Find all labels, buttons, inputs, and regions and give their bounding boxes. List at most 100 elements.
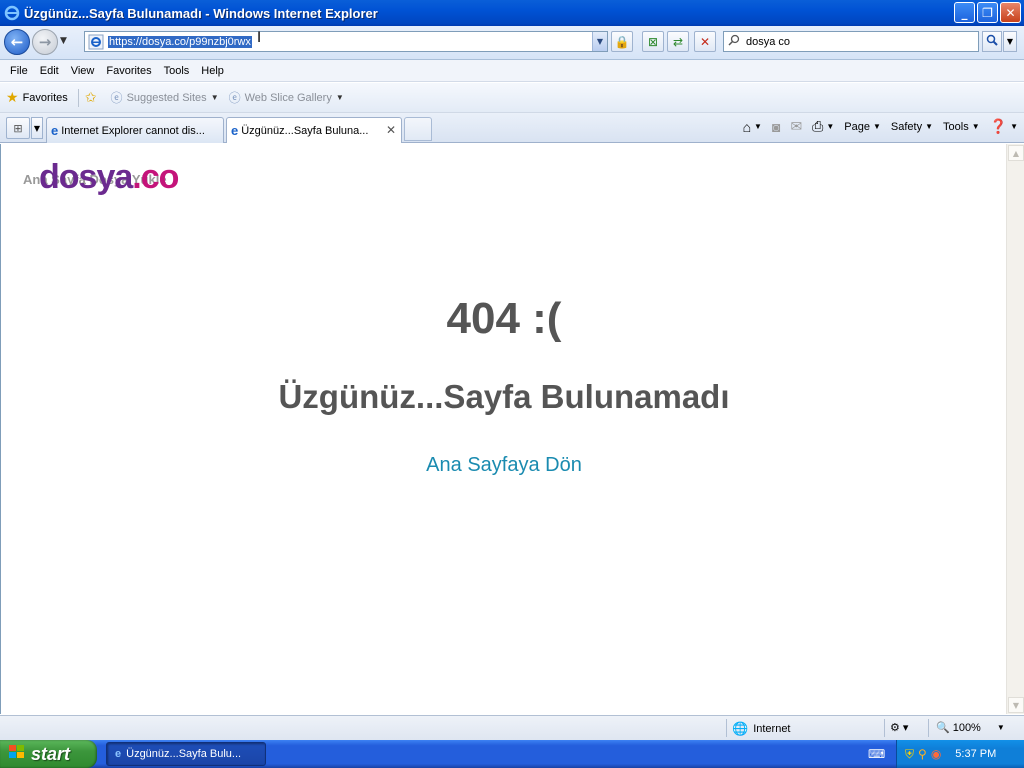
title-bar: Üzgünüz...Sayfa Bulunamadı - Windows Int… (0, 0, 1024, 26)
divider (77, 88, 79, 107)
ie-logo-icon (4, 5, 20, 21)
page-menu-button[interactable]: Page ▼ (844, 121, 881, 133)
tab-list-dropdown[interactable]: ▼ (31, 117, 43, 139)
safety-menu-label: Safety (890, 120, 923, 133)
menu-file[interactable]: File (4, 65, 34, 77)
forward-button[interactable]: → (32, 29, 58, 55)
menu-view[interactable]: View (65, 65, 101, 77)
suggested-sites-label: Suggested Sites (126, 91, 207, 104)
close-tab-icon[interactable]: ✕ (386, 123, 396, 137)
taskbar-ie-window[interactable]: e Üzgünüz...Sayfa Bulu... (106, 742, 266, 766)
lock-icon: 🔒 (614, 34, 630, 49)
divider (726, 719, 727, 737)
home-button[interactable]: ⌂ ▼ (743, 119, 762, 135)
menu-bar: File Edit View Favorites Tools Help (0, 60, 1024, 82)
maximize-button[interactable]: ❐ (977, 2, 998, 23)
chevron-down-icon: ▼ (1010, 122, 1018, 131)
ie-logo-icon: e (115, 748, 122, 760)
menu-edit[interactable]: Edit (34, 65, 65, 77)
printer-icon: ⎙ (812, 118, 824, 134)
security-lock-button[interactable]: 🔒 (611, 31, 633, 52)
add-favorite-icon: ✩ (84, 89, 97, 105)
feeds-button[interactable]: ◙ (772, 119, 780, 135)
tab-label: Üzgünüz...Sayfa Buluna... (241, 124, 369, 137)
divider (884, 719, 885, 737)
search-input[interactable] (746, 35, 966, 48)
system-tray: ⛨ ⚲ ◉ 5:37 PM (896, 740, 1024, 768)
menu-tools[interactable]: Tools (158, 65, 196, 77)
home-icon: ⌂ (742, 118, 752, 135)
zoom-control[interactable]: 🔍 100% ▼ (936, 721, 1005, 735)
page-icon (88, 34, 104, 50)
maximize-icon: ❐ (982, 5, 993, 20)
help-button[interactable]: ❓ ▼ (990, 118, 1018, 135)
stop-button[interactable]: ✕ (694, 31, 716, 52)
search-box[interactable] (723, 31, 979, 52)
error-code-heading: 404 :( (446, 294, 562, 343)
start-label: start (31, 743, 71, 764)
text-cursor-icon: I (257, 30, 262, 46)
help-icon: ❓ (989, 118, 1008, 134)
address-bar[interactable]: https://dosya.co/p99nzbj0rwx ▼ (84, 31, 608, 52)
scroll-down-icon[interactable]: ▼ (1008, 697, 1024, 713)
compatibility-view-button[interactable]: ⊠ (642, 31, 664, 52)
quick-tabs-button[interactable]: ⊞ (6, 117, 30, 139)
search-go-button[interactable] (982, 31, 1002, 52)
protected-mode-icon[interactable]: ⚙ ▾ (890, 721, 908, 734)
search-tray-icon[interactable]: ⚲ (918, 747, 927, 761)
safety-menu-button[interactable]: Safety ▼ (891, 121, 933, 133)
add-to-favorites-bar-button[interactable]: ✩ (85, 89, 101, 106)
favorites-bar: ★ Favorites ✩ ⓔ Suggested Sites ▼ ⓔ Web … (0, 83, 1024, 113)
web-slice-gallery-button[interactable]: ⓔ Web Slice Gallery ▼ (229, 89, 344, 106)
search-go-icon (986, 34, 998, 49)
minimize-button[interactable]: _ (954, 2, 975, 23)
menu-favorites[interactable]: Favorites (100, 65, 157, 77)
refresh-button[interactable]: ⇄ (667, 31, 689, 52)
address-dropdown-button[interactable]: ▼ (592, 32, 607, 51)
tab-label: Internet Explorer cannot dis... (61, 124, 205, 137)
menu-help[interactable]: Help (195, 65, 230, 77)
grid-icon: ⊞ (13, 121, 23, 135)
vertical-scrollbar[interactable]: ▲ ▼ (1006, 144, 1024, 714)
zone-label: Internet (753, 723, 791, 735)
close-button[interactable]: ✕ (1000, 2, 1021, 23)
taskbar-item-label: Üzgünüz...Sayfa Bulu... (126, 748, 242, 760)
logo-text-dosya: dosya (39, 158, 133, 196)
navigation-bar: ← → ▼ https://dosya.co/p99nzbj0rwx ▼ 🔒 ⊠… (0, 26, 1024, 60)
favorites-button[interactable]: ★ Favorites (6, 89, 68, 106)
forward-arrow-icon: → (38, 33, 52, 51)
ie-page-icon: ⓔ (110, 91, 123, 105)
ie-tab-icon: e (51, 123, 59, 138)
suggested-sites-button[interactable]: ⓔ Suggested Sites ▼ (111, 89, 219, 106)
tab-ie-cannot-display[interactable]: e Internet Explorer cannot dis... (46, 117, 224, 143)
back-to-home-link[interactable]: Ana Sayfaya Dön (1, 454, 1006, 477)
tab-current-page[interactable]: e Üzgünüz...Sayfa Buluna... ✕ (226, 117, 402, 143)
search-icon (728, 34, 742, 49)
error-message-heading: Üzgünüz...Sayfa Bulunamadı (278, 378, 730, 415)
new-tab-button[interactable] (404, 117, 432, 141)
site-logo[interactable]: dosya.co (39, 158, 179, 197)
tab-bar: ⊞ ▼ e Internet Explorer cannot dis... e … (0, 113, 1024, 143)
chevron-down-icon: ▼ (996, 723, 1005, 732)
security-zone[interactable]: 🌐 Internet (732, 721, 791, 737)
start-button[interactable]: start (0, 740, 97, 768)
keyboard-icon[interactable]: ⌨ (868, 747, 885, 761)
search-options-dropdown[interactable]: ▼ (1003, 31, 1017, 52)
clock[interactable]: 5:37 PM (955, 748, 996, 760)
zoom-level: 100% (952, 721, 981, 734)
chevron-down-icon: ▼ (971, 122, 980, 131)
tools-menu-label: Tools (943, 120, 969, 133)
back-arrow-icon: ← (10, 33, 24, 51)
chevron-down-icon: ▼ (826, 122, 835, 131)
back-button[interactable]: ← (4, 29, 30, 55)
security-shield-icon[interactable]: ⛨ (905, 747, 914, 762)
minimize-icon: _ (961, 5, 968, 20)
recent-pages-dropdown[interactable]: ▼ (60, 36, 67, 46)
url-text[interactable]: https://dosya.co/p99nzbj0rwx (108, 35, 252, 48)
read-mail-button[interactable]: ✉ (790, 118, 802, 135)
network-icon[interactable]: ◉ (931, 747, 941, 761)
tools-menu-button[interactable]: Tools ▼ (943, 121, 980, 133)
scroll-up-icon[interactable]: ▲ (1008, 145, 1024, 161)
print-button[interactable]: ⎙ ▼ (812, 118, 834, 135)
ie-page-icon: ⓔ (228, 91, 241, 105)
